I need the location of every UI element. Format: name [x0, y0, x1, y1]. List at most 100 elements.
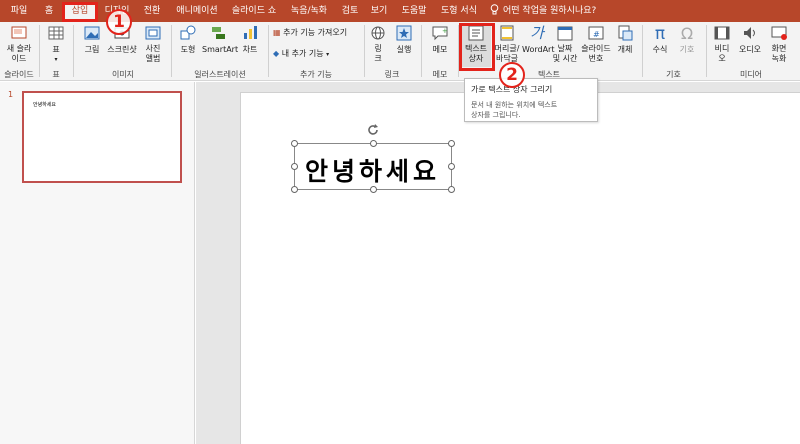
- action-button[interactable]: 실행: [391, 25, 417, 65]
- tell-me-text: 어떤 작업을 원하시나요?: [503, 6, 597, 16]
- object-label: 개체: [617, 45, 633, 54]
- photo-album-icon: [145, 26, 161, 40]
- tell-me-search[interactable]: 어떤 작업을 원하시나요?: [490, 3, 596, 20]
- screenshot-label: 스크린샷: [107, 45, 137, 54]
- picture-icon: [84, 26, 100, 40]
- slide-number-indicator: 1: [8, 90, 14, 99]
- screen-recording-label: 화면 녹화: [771, 44, 787, 63]
- tab-slideshow[interactable]: 슬라이드 쇼: [228, 3, 280, 20]
- resize-handle[interactable]: [448, 140, 455, 147]
- header-footer-label: 머리글/ 바닥글: [494, 44, 520, 63]
- group-label-media: 미디어: [739, 70, 763, 79]
- new-slide-button[interactable]: 새 슬라 이드: [2, 25, 36, 65]
- svg-text:#: #: [593, 30, 600, 39]
- slide-number-icon: #: [588, 26, 604, 40]
- resize-handle[interactable]: [370, 140, 377, 147]
- object-icon: [618, 25, 633, 41]
- link-button[interactable]: 링 크: [367, 25, 389, 65]
- bar-chart-icon: [244, 26, 257, 39]
- ribbon-divider: [421, 25, 422, 77]
- ribbon-divider: [171, 25, 172, 77]
- smartart-button[interactable]: SmartArt: [202, 25, 238, 65]
- ribbon-divider: [364, 25, 365, 77]
- photo-album-label: 사진 앨범: [145, 44, 161, 63]
- my-addins-button[interactable]: ◆ 내 추가 기능 ▾: [273, 49, 359, 61]
- tab-help[interactable]: 도움말: [396, 3, 432, 20]
- ribbon-divider: [706, 25, 707, 77]
- film-icon: [714, 26, 730, 40]
- annotation-box-textbox-button: [459, 23, 495, 71]
- get-addins-label: 추가 기능 가져오기: [283, 28, 348, 37]
- resize-handle[interactable]: [448, 163, 455, 170]
- resize-handle[interactable]: [291, 163, 298, 170]
- annotation-marker-1: 1: [106, 9, 132, 35]
- slide-number-button[interactable]: # 슬라이드 번호: [579, 25, 613, 65]
- textbox-tooltip: 가로 텍스트 상자 그리기 문서 내 원하는 위치에 텍스트 상자를 그립니다.: [464, 78, 598, 122]
- slide[interactable]: 안녕하세요: [240, 92, 800, 444]
- action-star-icon: [396, 25, 412, 41]
- shapes-icon: [180, 25, 196, 40]
- group-label-symbols: 기호: [666, 70, 681, 79]
- textbox[interactable]: 안녕하세요: [291, 140, 455, 193]
- chevron-down-icon: ▾: [326, 51, 330, 58]
- group-label-tables: 표: [52, 70, 60, 79]
- annotation-marker-2: 2: [499, 62, 525, 88]
- object-button[interactable]: 개체: [613, 25, 637, 65]
- chart-button[interactable]: 차트: [237, 25, 263, 65]
- group-label-links: 링크: [384, 70, 400, 79]
- symbol-label: 기호: [679, 45, 695, 54]
- thumbnail-text: 안녕하세요: [33, 102, 57, 108]
- shapes-label: 도형: [180, 45, 196, 54]
- photo-album-button[interactable]: 사진 앨범: [139, 25, 167, 65]
- resize-handle[interactable]: [448, 186, 455, 193]
- resize-handle[interactable]: [291, 140, 298, 147]
- pictures-button[interactable]: 그림: [78, 25, 106, 65]
- store-icon: ▦: [273, 28, 281, 37]
- comment-label: 메모: [432, 45, 448, 54]
- tab-transitions[interactable]: 전환: [138, 3, 166, 20]
- link-icon: [371, 26, 385, 40]
- table-icon: [48, 26, 64, 40]
- header-footer-icon: [500, 25, 514, 41]
- calendar-icon: [557, 26, 573, 41]
- tab-shape-format[interactable]: 도형 서식: [436, 3, 482, 20]
- my-addins-label: 내 추가 기능: [281, 49, 324, 58]
- slides-panel: 1 안녕하세요: [0, 82, 195, 444]
- date-time-button[interactable]: 날짜 및 시간: [552, 25, 578, 65]
- tab-home[interactable]: 홈: [36, 3, 62, 20]
- ribbon-divider: [268, 25, 269, 77]
- wordart-button[interactable]: 가 WordArt: [522, 24, 555, 65]
- textbox-text[interactable]: 안녕하세요: [305, 152, 440, 188]
- slide-thumbnail[interactable]: 안녕하세요: [22, 91, 182, 183]
- chart-label: 차트: [242, 45, 258, 54]
- group-label-slides: 슬라이드: [4, 70, 34, 79]
- tab-recording[interactable]: 녹음/녹화: [284, 3, 334, 20]
- tab-file[interactable]: 파일: [4, 3, 34, 20]
- resize-handle[interactable]: [370, 186, 377, 193]
- comment-button[interactable]: + 메모: [425, 25, 455, 65]
- table-button[interactable]: 표 ▾: [42, 25, 70, 65]
- shapes-button[interactable]: 도형: [175, 25, 201, 65]
- new-slide-icon: [11, 26, 27, 39]
- tab-animations[interactable]: 애니메이션: [170, 3, 224, 20]
- resize-handle[interactable]: [291, 186, 298, 193]
- wordart-icon: 가: [530, 24, 544, 42]
- rotate-handle-icon[interactable]: [366, 123, 380, 137]
- tooltip-description: 문서 내 원하는 위치에 텍스트 상자를 그립니다.: [471, 101, 558, 119]
- slide-editing-area: 안녕하세요: [196, 82, 800, 444]
- symbol-button[interactable]: Ω 기호: [674, 25, 700, 65]
- header-footer-button[interactable]: 머리글/ 바닥글: [492, 25, 522, 65]
- comment-icon: +: [432, 26, 448, 41]
- slide-number-label: 슬라이드 번호: [581, 44, 611, 63]
- video-button[interactable]: 비디 오: [710, 25, 734, 65]
- screen-recording-button[interactable]: 화면 녹화: [766, 25, 792, 65]
- chevron-down-icon: ▾: [54, 56, 58, 63]
- get-addins-button[interactable]: ▦ 추가 기능 가져오기: [273, 28, 359, 40]
- tab-view[interactable]: 보기: [366, 3, 392, 20]
- tab-review[interactable]: 검토: [337, 3, 363, 20]
- audio-button[interactable]: 오디오: [735, 25, 765, 65]
- wordart-label: WordArt: [522, 45, 555, 54]
- equation-button[interactable]: π 수식: [647, 25, 673, 65]
- annotation-box-insert-tab: [62, 2, 98, 22]
- ribbon-divider: [73, 25, 74, 77]
